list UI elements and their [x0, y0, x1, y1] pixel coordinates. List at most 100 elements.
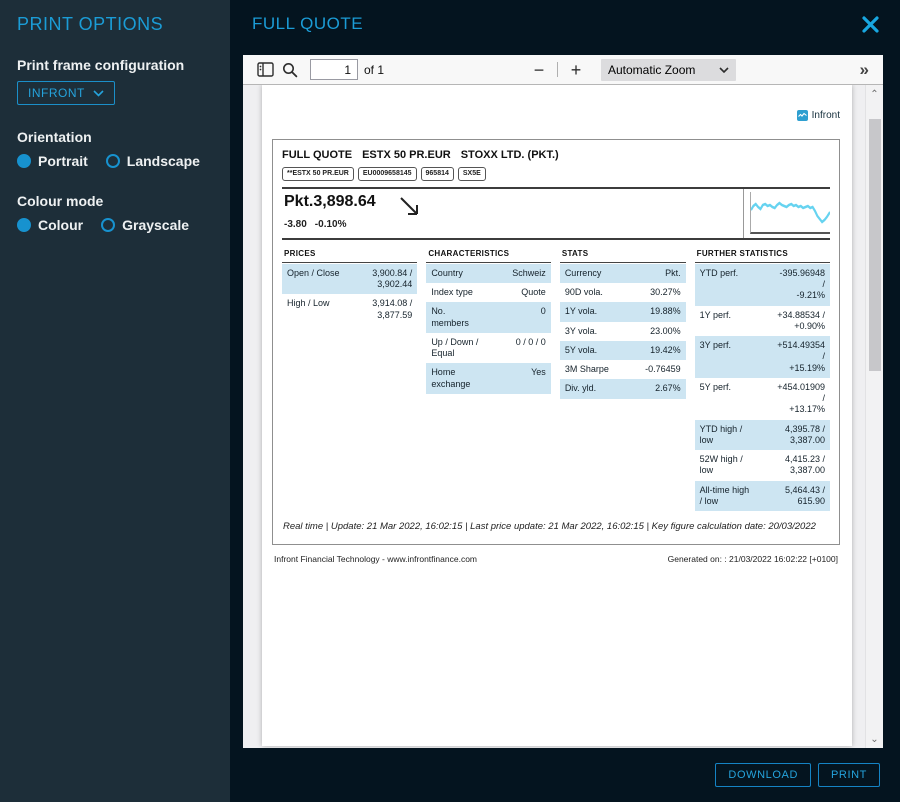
infront-logo-icon [797, 110, 808, 121]
row-value: 5,464.43 / 615.90 [785, 485, 825, 508]
table-row: 3Y vola. 23.00% [560, 322, 686, 341]
zoom-in-icon[interactable]: + [565, 61, 587, 79]
pdf-toolbar: of 1 − + Automatic Zoom » [243, 55, 883, 85]
table-row: Home exchange Yes [426, 363, 551, 394]
row-value: +454.01909 / +13.17% [777, 382, 825, 416]
radio-icon [17, 154, 31, 168]
table-row: YTD perf.-395.96948 / -9.21% [695, 264, 830, 306]
row-value: Yes [531, 367, 546, 390]
colour-mode-label: Colour mode [17, 193, 213, 209]
instrument-tag: SX5E [458, 167, 486, 181]
radio-landscape[interactable]: Landscape [106, 153, 200, 169]
column-stats: STATS CurrencyPkt.90D vola.30.27%1Y vola… [560, 246, 686, 511]
doc-footnote: Real time | Update: 21 Mar 2022, 16:02:1… [282, 521, 830, 534]
page-number-input[interactable] [310, 59, 358, 80]
search-icon[interactable] [278, 60, 302, 80]
row-label: 3Y vola. [565, 326, 597, 337]
change-pct: -0.10% [315, 219, 347, 230]
row-value: 23.00% [650, 326, 681, 337]
radio-colour[interactable]: Colour [17, 217, 83, 233]
chevron-down-icon [719, 67, 729, 73]
table-row: 5Y vola.19.42% [560, 341, 686, 360]
pdf-body: Infront FULL QUOTEESTX 50 PR.EURSTOXX LT… [243, 85, 883, 748]
row-value: 19.42% [650, 345, 681, 356]
trend-down-arrow-icon [398, 195, 421, 218]
vertical-scrollbar[interactable]: ⌃ ⌄ [865, 85, 883, 748]
table-row: Index type Quote [426, 283, 551, 302]
column-header: PRICES [282, 246, 417, 263]
colour-mode-options: Colour Grayscale [17, 217, 213, 233]
zoom-level-value: Automatic Zoom [608, 63, 695, 77]
row-label: Index type [431, 287, 473, 298]
table-row: 1Y vola. 19.88% [560, 302, 686, 321]
row-label: No. members [431, 306, 469, 329]
zoom-controls: − + Automatic Zoom [528, 59, 736, 81]
row-value: +34.88534 / +0.90% [777, 310, 825, 333]
zoom-out-icon[interactable]: − [528, 61, 550, 79]
frame-config-label: Print frame configuration [17, 57, 213, 73]
change-abs: -3.80 [284, 219, 307, 230]
orientation-label: Orientation [17, 129, 213, 145]
column-characteristics: CHARACTERISTICS CountrySchweizIndex type… [426, 246, 551, 511]
toolbar-overflow-icon[interactable]: » [856, 60, 873, 80]
pdf-page: Infront FULL QUOTEESTX 50 PR.EURSTOXX LT… [262, 85, 852, 746]
table-row: 3Y perf. +514.49354 / +15.19% [695, 336, 830, 378]
radio-portrait[interactable]: Portrait [17, 153, 88, 169]
pdf-viewer: of 1 − + Automatic Zoom » [243, 55, 883, 748]
row-value: -395.96948 / -9.21% [779, 268, 825, 302]
zoom-level-select[interactable]: Automatic Zoom [601, 59, 736, 81]
sparkline-path [751, 203, 830, 222]
sidebar-toggle-icon[interactable] [253, 60, 278, 79]
radio-icon [101, 218, 115, 232]
modal-main: FULL QUOTE of 1 − + [230, 0, 900, 802]
radio-grayscale[interactable]: Grayscale [101, 217, 189, 233]
row-value: 0 / 0 / 0 [516, 337, 546, 360]
row-value: +514.49354 / +15.19% [777, 340, 825, 374]
modal-title: FULL QUOTE [252, 14, 363, 34]
row-label: Home exchange [431, 367, 470, 390]
download-button[interactable]: DOWNLOAD [715, 763, 811, 787]
column-rows: CurrencyPkt.90D vola.30.27%1Y vola.19.88… [560, 264, 686, 399]
doc-issuer: STOXX LTD. (PKT.) [461, 149, 559, 161]
table-row: Div. yld.2.67% [560, 379, 686, 398]
scroll-down-icon[interactable]: ⌄ [866, 730, 883, 748]
column-prices: PRICES Open / Close 3,900.84 / 3,902.44 Hi… [282, 246, 417, 511]
doc-logo: Infront [272, 85, 840, 125]
row-value: Pkt. [665, 268, 681, 279]
sidebar-title: PRINT OPTIONS [17, 14, 213, 35]
frame-config-value: INFRONT [28, 86, 85, 100]
scroll-up-icon[interactable]: ⌃ [866, 85, 883, 103]
row-value: 3,900.84 / 3,902.44 [372, 268, 412, 291]
table-row: CountrySchweiz [426, 264, 551, 283]
table-row: High / Low3,914.08 / 3,877.59 [282, 294, 417, 325]
close-icon[interactable] [861, 15, 880, 37]
page-area: Infront FULL QUOTEESTX 50 PR.EURSTOXX LT… [243, 85, 865, 748]
row-value: 4,415.23 / 3,387.00 [785, 454, 825, 477]
column-rows: YTD perf.-395.96948 / -9.21%1Y perf.+34.… [695, 264, 830, 511]
last-price: Pkt.3,898.64 [284, 193, 376, 211]
row-label: 1Y vola. [565, 306, 597, 317]
print-button[interactable]: PRINT [818, 763, 880, 787]
row-value: 19.88% [650, 306, 681, 317]
row-value: 4,395.78 / 3,387.00 [785, 424, 825, 447]
radio-label: Grayscale [122, 217, 189, 233]
row-label: Open / Close [287, 268, 340, 291]
row-label: Div. yld. [565, 383, 596, 394]
column-rows: CountrySchweiz Index type Quote No. members… [426, 264, 551, 394]
table-row: Up / Down / Equal0 / 0 / 0 [426, 333, 551, 364]
row-value: Quote [521, 287, 546, 298]
table-row: 5Y perf.+454.01909 / +13.17% [695, 378, 830, 420]
row-label: 3Y perf. [700, 340, 731, 374]
doc-logo-text: Infront [812, 110, 840, 121]
toolbar-divider [557, 62, 558, 77]
scrollbar-thumb[interactable] [869, 119, 881, 371]
table-row: No. members0 [426, 302, 551, 333]
frame-config-dropdown[interactable]: INFRONT [17, 81, 115, 105]
row-label: High / Low [287, 298, 330, 321]
price-row: Pkt.3,898.64 -3.80 -0.10% [282, 189, 830, 238]
doc-title: FULL QUOTE [282, 149, 352, 161]
table-row: 90D vola.30.27% [560, 283, 686, 302]
sparkline-chart [750, 192, 830, 234]
radio-label: Colour [38, 217, 83, 233]
column-header: FURTHER STATISTICS [695, 246, 830, 263]
